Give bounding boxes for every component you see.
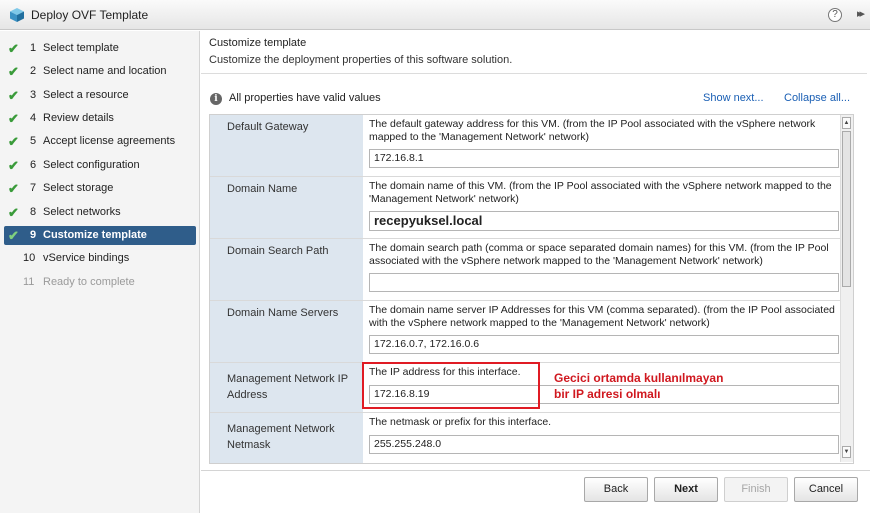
title-bar: Deploy OVF Template ? ▸▸ <box>0 0 870 30</box>
back-button[interactable]: Back <box>584 477 648 502</box>
step-select-configuration[interactable]: ✔ 6 Select configuration <box>4 156 196 175</box>
step-label: Ready to complete <box>43 276 135 288</box>
property-description: The domain name of this VM. (from the IP… <box>369 180 832 205</box>
property-key: Domain Search Path <box>210 239 363 300</box>
domain-search-path-input[interactable] <box>369 273 839 292</box>
step-number: 4 <box>30 112 37 124</box>
step-accept-license[interactable]: ✔ 5 Accept license agreements <box>4 132 196 151</box>
divider <box>201 470 870 471</box>
step-label: Select name and location <box>43 65 167 77</box>
default-gateway-input[interactable]: 172.16.8.1 <box>369 149 839 168</box>
step-select-name-location[interactable]: ✔ 2 Select name and location <box>4 62 196 81</box>
property-key: Domain Name <box>210 177 363 238</box>
property-row-domain-name-servers: Domain Name Servers The domain name serv… <box>210 301 853 363</box>
annotation-line: Gecici ortamda kullanılmayan <box>554 371 724 385</box>
step-number: 6 <box>30 159 37 171</box>
step-number: 5 <box>30 135 37 147</box>
step-label: Select storage <box>43 182 114 194</box>
show-next-link[interactable]: Show next... <box>703 92 764 104</box>
property-row-domain-name: Domain Name The domain name of this VM. … <box>210 177 853 239</box>
scrollbar-thumb[interactable] <box>842 131 851 287</box>
finish-button: Finish <box>724 477 788 502</box>
step-number: 3 <box>30 89 37 101</box>
expand-icon[interactable]: ▸▸ <box>857 7 865 20</box>
checkmark-icon: ✔ <box>8 158 19 173</box>
cancel-button[interactable]: Cancel <box>794 477 858 502</box>
management-netmask-input[interactable]: 255.255.248.0 <box>369 435 839 454</box>
step-number: 7 <box>30 182 37 194</box>
step-label: Select a resource <box>43 89 129 101</box>
checkmark-icon: ✔ <box>8 64 19 79</box>
next-button[interactable]: Next <box>654 477 718 502</box>
checkmark-icon: ✔ <box>8 88 19 103</box>
collapse-all-link[interactable]: Collapse all... <box>784 92 850 104</box>
step-number: 1 <box>30 42 37 54</box>
annotation-highlight-box <box>362 362 540 409</box>
step-review-details[interactable]: ✔ 4 Review details <box>4 109 196 128</box>
property-row-default-gateway: Default Gateway The default gateway addr… <box>210 115 853 177</box>
step-label: vService bindings <box>43 252 130 264</box>
property-key: Management Network Netmask <box>210 413 363 463</box>
scroll-down-icon[interactable]: ▼ <box>842 446 851 458</box>
checkmark-icon: ✔ <box>8 111 19 126</box>
step-number: 9 <box>30 229 37 241</box>
step-select-template[interactable]: ✔ 1 Select template <box>4 39 196 58</box>
checkmark-icon: ✔ <box>8 228 19 243</box>
step-label: Customize template <box>43 229 147 241</box>
scroll-up-icon[interactable]: ▲ <box>842 117 851 129</box>
property-description: The netmask or prefix for this interface… <box>369 416 552 428</box>
page-subtitle: Customize the deployment properties of t… <box>209 54 513 66</box>
property-key: Management Network IP Address <box>210 363 363 412</box>
checkmark-icon: ✔ <box>8 134 19 149</box>
checkmark-icon: ✔ <box>8 205 19 220</box>
step-customize-template[interactable]: ✔ 9 Customize template <box>4 226 196 245</box>
checkmark-icon: ✔ <box>8 181 19 196</box>
step-label: Review details <box>43 112 114 124</box>
domain-name-servers-input[interactable]: 172.16.0.7, 172.16.0.6 <box>369 335 839 354</box>
property-key: Domain Name Servers <box>210 301 363 362</box>
annotation-note: Gecici ortamda kullanılmayan bir IP adre… <box>554 370 723 402</box>
wizard-steps-nav: ✔ 1 Select template ✔ 2 Select name and … <box>0 31 200 513</box>
domain-name-input[interactable]: recepyuksel.local <box>369 211 839 231</box>
step-number: 8 <box>30 206 37 218</box>
property-description: The domain search path (comma or space s… <box>369 242 829 267</box>
step-label: Select template <box>43 42 119 54</box>
window-title: Deploy OVF Template <box>31 8 149 22</box>
property-key: Default Gateway <box>210 115 363 176</box>
step-number: 11 <box>23 276 35 288</box>
step-ready-to-complete: 11 Ready to complete <box>4 273 196 292</box>
divider <box>201 73 867 74</box>
step-select-networks[interactable]: ✔ 8 Select networks <box>4 203 196 222</box>
ovf-package-icon <box>10 8 24 22</box>
help-icon[interactable]: ? <box>828 8 842 22</box>
property-row-domain-search-path: Domain Search Path The domain search pat… <box>210 239 853 301</box>
checkmark-icon: ✔ <box>8 41 19 56</box>
step-select-resource[interactable]: ✔ 3 Select a resource <box>4 86 196 105</box>
step-select-storage[interactable]: ✔ 7 Select storage <box>4 179 196 198</box>
property-description: The default gateway address for this VM.… <box>369 118 816 143</box>
info-icon: i <box>210 93 222 105</box>
property-row-management-netmask: Management Network Netmask The netmask o… <box>210 413 853 463</box>
step-number: 2 <box>30 65 37 77</box>
step-label: Select networks <box>43 206 121 218</box>
step-label: Select configuration <box>43 159 140 171</box>
property-description: The domain name server IP Addresses for … <box>369 304 835 329</box>
annotation-line: bir IP adresi olmalı <box>554 387 661 401</box>
validation-status: All properties have valid values <box>229 92 381 104</box>
step-vservice-bindings[interactable]: 10 vService bindings <box>4 249 196 268</box>
page-title: Customize template <box>209 37 307 49</box>
properties-grid: Default Gateway The default gateway addr… <box>209 114 854 464</box>
step-label: Accept license agreements <box>43 135 176 147</box>
step-number: 10 <box>23 252 36 264</box>
